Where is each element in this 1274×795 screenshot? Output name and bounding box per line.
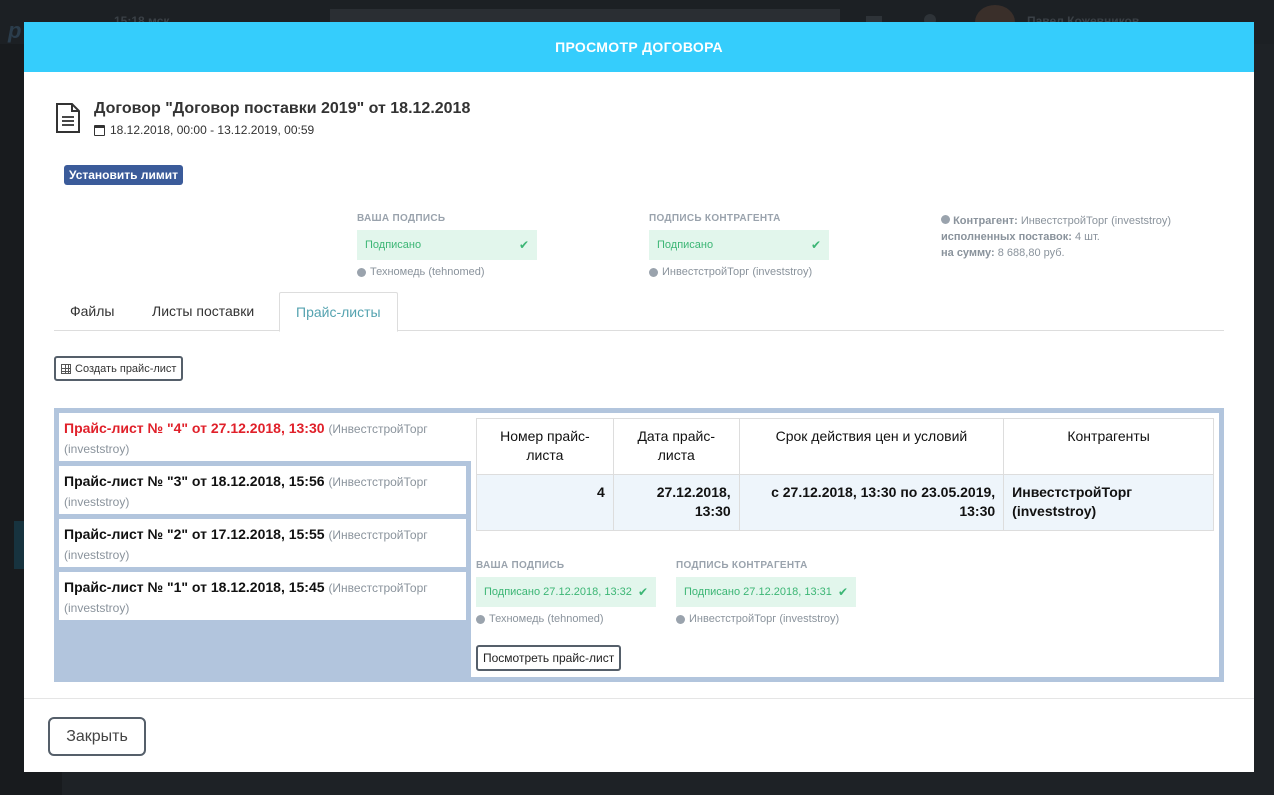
- price-list-item-title: Прайс-лист № "3" от 18.12.2018, 15:56: [64, 473, 325, 489]
- document-icon: [56, 103, 80, 133]
- price-list-item-title: Прайс-лист № "4" от 27.12.2018, 13:30: [64, 420, 325, 436]
- price-list-table: Номер прайс-листа Дата прайс-листа Срок …: [476, 418, 1214, 531]
- price-list-item-title: Прайс-лист № "2" от 17.12.2018, 15:55: [64, 526, 325, 542]
- price-list-item[interactable]: Прайс-лист № "1" от 18.12.2018, 15:45 (И…: [59, 572, 466, 620]
- partner-signature-label: ПОДПИСЬ КОНТРАГЕНТА: [649, 213, 781, 224]
- my-signature: ВАША ПОДПИСЬ Подписано ✔ Техномедь (tehn…: [357, 213, 537, 278]
- set-limit-button[interactable]: Установить лимит: [64, 165, 183, 185]
- user-icon: [649, 267, 658, 277]
- price-list-partner-signature-label: ПОДПИСЬ КОНТРАГЕНТА: [676, 560, 808, 571]
- partner-info-deliveries-value: 4 шт.: [1074, 231, 1100, 243]
- price-list-detail: Номер прайс-листа Дата прайс-листа Срок …: [471, 413, 1219, 677]
- price-list-item[interactable]: Прайс-лист № "2" от 17.12.2018, 15:55 (И…: [59, 519, 466, 567]
- column-header-partners: Контрагенты: [1003, 418, 1214, 475]
- user-icon: [357, 267, 366, 277]
- price-list-my-signature: ВАША ПОДПИСЬ Подписано 27.12.2018, 13:32…: [476, 560, 656, 625]
- my-signature-user: Техномедь (tehnomed): [357, 266, 537, 278]
- partner-info-partner: Контрагент: ИнвестстройТорг (investstroy…: [941, 213, 1171, 229]
- partner-info-deliveries: исполненных поставок: 4 шт.: [941, 229, 1171, 245]
- price-list-my-signature-user-text: Техномедь (tehnomed): [489, 613, 604, 625]
- user-icon: [941, 215, 950, 224]
- check-icon: ✔: [810, 238, 821, 252]
- column-header-term: Срок действия цен и условий: [738, 418, 1005, 475]
- price-list-my-signature-label: ВАША ПОДПИСЬ: [476, 560, 565, 571]
- price-list-partner-signature-user: ИнвестстройТорг (investstroy): [676, 613, 856, 625]
- price-list-list: Прайс-лист № "4" от 27.12.2018, 13:30 (И…: [59, 413, 471, 625]
- price-list-my-signature-user: Техномедь (tehnomed): [476, 613, 656, 625]
- column-header-date: Дата прайс-листа: [612, 418, 740, 475]
- user-icon: [676, 614, 685, 624]
- check-icon: ✔: [518, 238, 529, 252]
- modal-title: ПРОСМОТР ДОГОВОРА: [24, 22, 1254, 72]
- background-logo: p: [8, 18, 22, 43]
- modal-body: Договор "Договор поставки 2019" от 18.12…: [24, 72, 1254, 698]
- tabs: Файлы Листы поставки Прайс-листы: [54, 292, 1224, 332]
- price-list-partner-signature-user-text: ИнвестстройТорг (investstroy): [689, 613, 840, 625]
- contract-dates: 18.12.2018, 00:00 - 13.12.2019, 00:59: [94, 123, 314, 137]
- partner-info-deliveries-label: исполненных поставок:: [941, 231, 1072, 243]
- create-price-list-label: Создать прайс-лист: [75, 362, 177, 375]
- partner-signature-user: ИнвестстройТорг (investstroy): [649, 266, 829, 278]
- price-list-my-signature-status-text: Подписано 27.12.2018, 13:32: [484, 586, 632, 598]
- contract-title: Договор "Договор поставки 2019" от 18.12…: [94, 100, 471, 117]
- my-signature-status-text: Подписано: [365, 239, 422, 251]
- cell-term: с 27.12.2018, 13:30 по 23.05.2019, 13:30: [738, 474, 1005, 531]
- partner-signature-status-text: Подписано: [657, 239, 714, 251]
- tab-price-lists[interactable]: Прайс-листы: [279, 292, 398, 332]
- partner-signature-user-text: ИнвестстройТорг (investstroy): [662, 266, 813, 278]
- cell-partners: ИнвестстройТорг (investstroy): [1003, 474, 1214, 531]
- view-price-list-button[interactable]: Посмотреть прайс-лист: [476, 645, 622, 671]
- price-list-partner-signature: ПОДПИСЬ КОНТРАГЕНТА Подписано 27.12.2018…: [676, 560, 856, 625]
- price-list-item-title: Прайс-лист № "1" от 18.12.2018, 15:45: [64, 579, 325, 595]
- background-sidebar-active: [14, 521, 24, 569]
- partner-info-sum: на сумму: 8 688,80 руб.: [941, 245, 1171, 261]
- user-icon: [476, 614, 485, 624]
- my-signature-status: Подписано ✔: [357, 230, 537, 260]
- partner-info-partner-value: ИнвестстройТорг (investstroy): [1020, 215, 1172, 227]
- partner-signature: ПОДПИСЬ КОНТРАГЕНТА Подписано ✔ Инвестст…: [649, 213, 829, 278]
- cell-date: 27.12.2018, 13:30: [612, 474, 740, 531]
- price-list-partner-signature-status-text: Подписано 27.12.2018, 13:31: [684, 586, 832, 598]
- tab-delivery-sheets[interactable]: Листы поставки: [136, 292, 270, 331]
- contract-modal: ПРОСМОТР ДОГОВОРА Договор "Договор поста…: [24, 22, 1254, 772]
- price-list-partner-signature-status: Подписано 27.12.2018, 13:31 ✔: [676, 577, 856, 607]
- check-icon: ✔: [837, 585, 848, 599]
- calendar-icon: [94, 124, 105, 136]
- contract-dates-text: 18.12.2018, 00:00 - 13.12.2019, 00:59: [110, 123, 315, 137]
- tab-files[interactable]: Файлы: [54, 292, 130, 331]
- price-lists-panel: Прайс-лист № "4" от 27.12.2018, 13:30 (И…: [54, 408, 1224, 682]
- my-signature-label: ВАША ПОДПИСЬ: [357, 213, 446, 224]
- close-button[interactable]: Закрыть: [48, 717, 146, 756]
- table-icon: [61, 363, 71, 374]
- check-icon: ✔: [637, 585, 648, 599]
- create-price-list-button[interactable]: Создать прайс-лист: [54, 356, 184, 381]
- table-header-row: Номер прайс-листа Дата прайс-листа Срок …: [476, 418, 1214, 475]
- partner-info: Контрагент: ИнвестстройТорг (investstroy…: [941, 213, 1171, 261]
- price-list-item[interactable]: Прайс-лист № "3" от 18.12.2018, 15:56 (И…: [59, 466, 466, 514]
- cell-number: 4: [476, 474, 614, 531]
- partner-info-partner-label: Контрагент:: [953, 215, 1018, 227]
- partner-signature-status: Подписано ✔: [649, 230, 829, 260]
- price-list-item[interactable]: Прайс-лист № "4" от 27.12.2018, 13:30 (И…: [59, 413, 471, 461]
- partner-info-sum-value: 8 688,80 руб.: [997, 247, 1065, 259]
- modal-footer: Закрыть: [24, 698, 1254, 772]
- column-header-number: Номер прайс-листа: [476, 418, 614, 475]
- price-list-my-signature-status: Подписано 27.12.2018, 13:32 ✔: [476, 577, 656, 607]
- my-signature-user-text: Техномедь (tehnomed): [370, 266, 485, 278]
- table-row: 4 27.12.2018, 13:30 с 27.12.2018, 13:30 …: [476, 474, 1214, 531]
- partner-info-sum-label: на сумму:: [941, 247, 995, 259]
